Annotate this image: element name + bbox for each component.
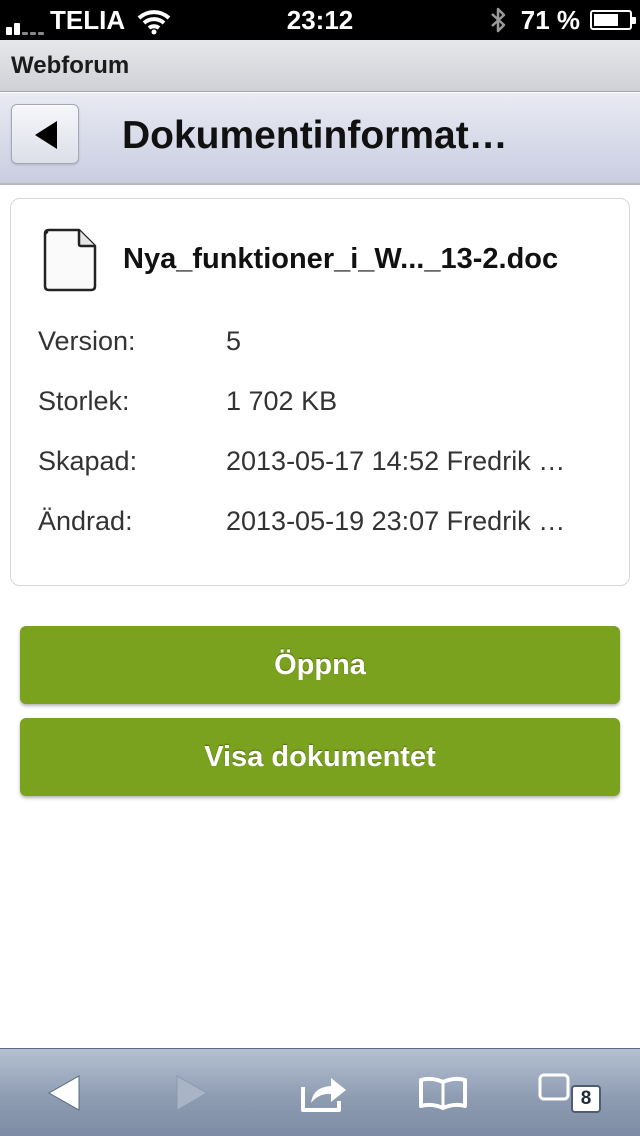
battery-percent: 71 % bbox=[520, 5, 580, 35]
bookmarks-button[interactable] bbox=[393, 1049, 493, 1136]
view-document-button[interactable]: Visa dokumentet bbox=[20, 718, 620, 796]
property-value: 2013-05-19 23:07 Fredrik … bbox=[226, 506, 566, 536]
property-value: 2013-05-17 14:52 Fredrik … bbox=[226, 446, 566, 476]
back-arrow-icon bbox=[35, 121, 57, 149]
page-title: Dokumentinformat… bbox=[122, 114, 508, 157]
page-header: Dokumentinformat… bbox=[0, 93, 640, 185]
browser-title: Webforum bbox=[0, 40, 640, 92]
tab-count-badge: 8 bbox=[571, 1085, 601, 1113]
forward-icon bbox=[176, 1075, 209, 1111]
status-bar: TELIA 23:12 71 % bbox=[0, 0, 640, 40]
browser-toolbar: 8 bbox=[0, 1048, 640, 1136]
open-button[interactable]: Öppna bbox=[20, 626, 620, 704]
property-label: Version: bbox=[38, 326, 136, 356]
file-name: Nya_funktioner_i_W..._13-2.doc bbox=[123, 243, 559, 275]
browser-forward-button[interactable] bbox=[142, 1049, 242, 1136]
bluetooth-icon bbox=[490, 7, 505, 33]
status-right: 71 % bbox=[489, 5, 636, 35]
property-label: Skapad: bbox=[38, 446, 138, 476]
document-icon bbox=[43, 228, 97, 292]
screen: TELIA 23:12 71 % Webforum Dokumentinform… bbox=[0, 0, 640, 1136]
battery-icon bbox=[590, 10, 636, 30]
back-button[interactable] bbox=[11, 104, 79, 164]
property-value: 1 702 KB bbox=[226, 386, 338, 416]
property-value: 5 bbox=[226, 326, 242, 356]
bookmarks-icon bbox=[419, 1076, 467, 1110]
share-icon bbox=[301, 1078, 346, 1112]
property-label: Storlek: bbox=[38, 386, 130, 416]
back-icon bbox=[47, 1075, 80, 1111]
share-button[interactable] bbox=[274, 1049, 374, 1136]
tabs-button[interactable]: 8 bbox=[512, 1049, 612, 1136]
browser-back-button[interactable] bbox=[14, 1049, 114, 1136]
property-label: Ändrad: bbox=[38, 506, 133, 536]
document-info-card: Nya_funktioner_i_W..._13-2.doc Version: … bbox=[10, 198, 630, 586]
